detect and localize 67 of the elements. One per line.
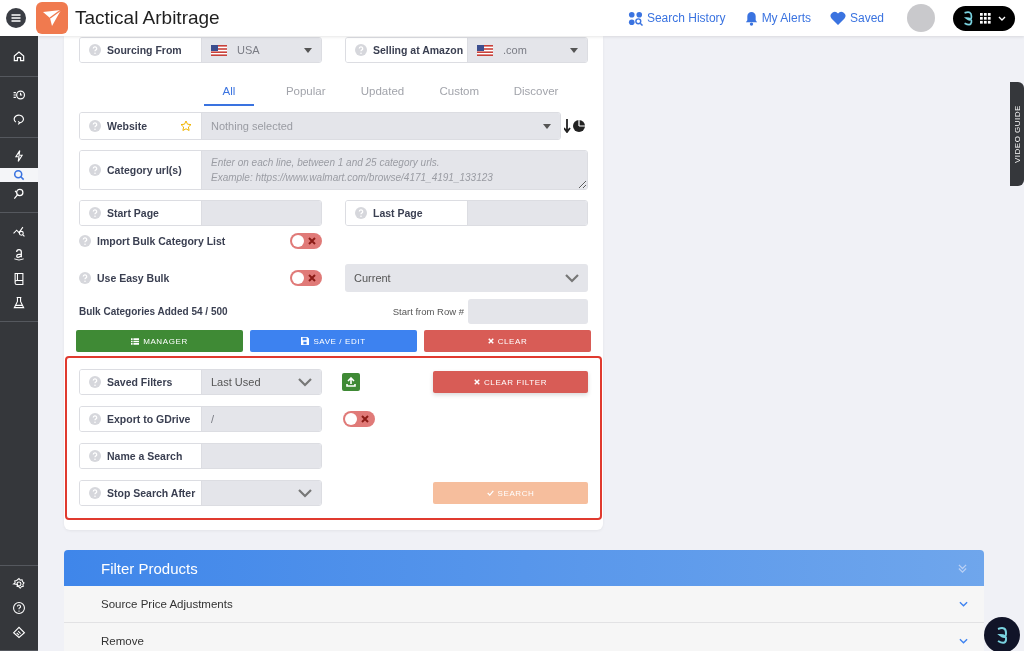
nav-link[interactable]: Saved <box>829 11 884 25</box>
caret-icon <box>997 15 1006 21</box>
grid-icon <box>980 12 992 24</box>
tab[interactable]: Discover <box>511 79 561 106</box>
toggle-switch[interactable] <box>343 411 375 427</box>
chart-search-icon <box>12 224 26 238</box>
brand-logo-icon <box>995 625 1009 645</box>
field-label: Import Bulk Category List <box>97 235 226 247</box>
sort-chart-icon[interactable] <box>564 119 586 133</box>
bulk-count-text: Bulk Categories Added 54 / 500 <box>79 306 228 317</box>
action-button[interactable]: SAVE / EDIT <box>250 330 417 352</box>
close-icon <box>361 415 369 423</box>
chevron-down-icon <box>565 273 579 283</box>
tab[interactable]: Custom <box>434 79 485 106</box>
field-label: Use Easy Bulk <box>97 272 170 284</box>
chevron-down-icon <box>959 601 968 607</box>
tab[interactable]: All <box>204 79 254 106</box>
nav-link[interactable]: My Alerts <box>744 10 811 26</box>
brand-logo-icon <box>962 10 975 26</box>
settings-icon <box>12 577 26 591</box>
logo-icon[interactable] <box>36 2 68 34</box>
chevron-down-icon <box>959 638 968 644</box>
accordion-item[interactable]: Remove <box>64 623 984 651</box>
video-guide-tab[interactable]: VIDEO GUIDE <box>1010 82 1024 186</box>
tab[interactable]: Popular <box>280 79 331 106</box>
close-icon <box>308 237 316 245</box>
search-icon <box>12 168 26 182</box>
tab[interactable]: Updated <box>357 79 408 106</box>
easy-bulk-select[interactable]: Current <box>345 264 588 292</box>
nav-link[interactable]: Search History <box>627 10 726 26</box>
flask-icon <box>12 296 26 310</box>
home-icon <box>12 49 26 63</box>
clear-filter-button[interactable]: CLEAR FILTER <box>433 371 588 393</box>
close-icon <box>487 338 494 344</box>
tag-icon <box>12 625 26 639</box>
amazon-icon <box>12 248 26 262</box>
start-row-label: Start from Row # <box>392 306 464 317</box>
upload-icon <box>346 377 356 387</box>
action-button[interactable]: MANAGER <box>76 330 243 352</box>
clock-icon <box>12 88 26 102</box>
close-icon <box>473 379 480 385</box>
list-icon <box>131 337 140 345</box>
start-row-field[interactable] <box>468 299 588 324</box>
book-icon <box>12 272 26 286</box>
toggle-switch[interactable] <box>290 233 322 249</box>
search-history-icon <box>627 10 643 26</box>
search-icon <box>12 187 26 201</box>
loop-icon <box>12 112 26 126</box>
check-icon <box>486 490 494 496</box>
accordion-item-label: Source Price Adjustments <box>101 598 233 610</box>
double-chevron-icon <box>958 563 967 573</box>
action-button[interactable]: CLEAR <box>424 330 591 352</box>
toggle-switch[interactable] <box>290 270 322 286</box>
upload-button[interactable] <box>342 373 360 391</box>
accordion-header[interactable]: Filter Products <box>64 550 984 586</box>
help-icon <box>12 601 26 615</box>
chat-button[interactable] <box>984 617 1020 651</box>
accordion-title: Filter Products <box>101 559 198 577</box>
heart-icon <box>829 11 846 25</box>
app-title: Tactical Arbitrage <box>75 7 220 29</box>
bolt-icon <box>12 149 26 163</box>
bell-icon <box>744 10 758 26</box>
close-icon <box>308 274 316 282</box>
menu-icon[interactable] <box>6 8 26 28</box>
accordion-item-label: Remove <box>101 635 144 647</box>
apps-menu-button[interactable] <box>953 5 1015 31</box>
accordion-item[interactable]: Source Price Adjustments <box>64 586 984 623</box>
